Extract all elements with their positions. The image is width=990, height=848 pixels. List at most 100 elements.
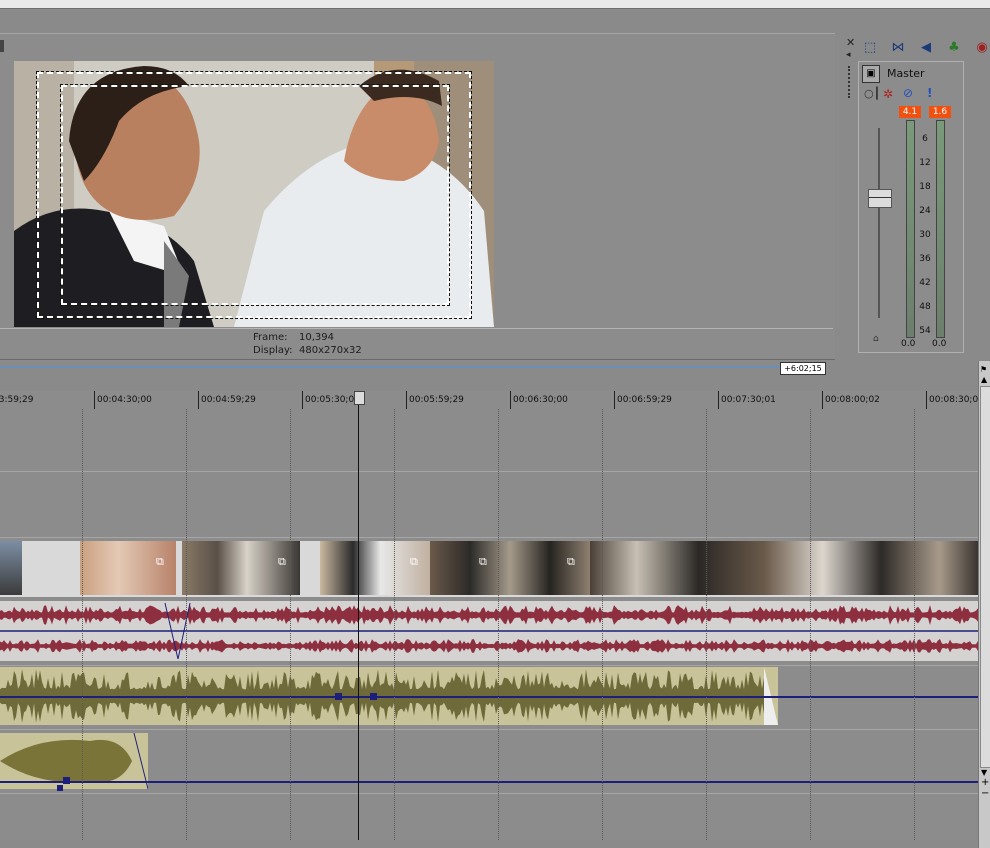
grid-guide — [602, 409, 603, 840]
fader-track — [878, 128, 880, 318]
timeline-ruler[interactable]: 03:59;29 00:04:30;00 00:04:59;29 00:05:30;0… — [0, 391, 984, 409]
ruler-tick — [614, 391, 615, 409]
meter-scale-tick: 54 — [919, 326, 931, 336]
frame-label: Frame: — [253, 332, 288, 343]
grid-guide — [82, 409, 83, 840]
scroll-down-icon[interactable]: ▼ — [981, 768, 990, 777]
music-track-2[interactable] — [0, 732, 978, 791]
ruler-label: 00:04:30;00 — [97, 395, 152, 405]
playhead[interactable] — [358, 391, 359, 840]
grid-guide — [498, 409, 499, 840]
display-value: 480x270x32 — [299, 345, 362, 356]
track-separator — [0, 537, 978, 538]
track-separator — [0, 665, 978, 666]
envelope-point[interactable] — [370, 693, 377, 700]
grid-guide — [706, 409, 707, 840]
meter-left — [906, 120, 915, 338]
playhead-handle[interactable] — [354, 391, 365, 405]
mute-icon[interactable]: ⊘ — [903, 86, 913, 100]
preview-frame-image — [14, 61, 494, 327]
crop-icon[interactable]: ⧉ — [156, 555, 164, 569]
ruler-tick — [94, 391, 95, 409]
display-label: Display: — [253, 345, 293, 356]
ruler-label: 00:08:00;02 — [825, 395, 880, 405]
scroll-up-icon[interactable]: ▲ — [981, 375, 990, 384]
timeline-vertical-scrollbar[interactable]: ⚑ ▲ ▼ + − — [978, 361, 990, 848]
crop-icon[interactable]: ⧉ — [479, 555, 487, 569]
grid-guide — [186, 409, 187, 840]
master-bus-icon[interactable]: ▣ — [862, 65, 880, 83]
zoom-out-icon[interactable]: − — [981, 788, 990, 799]
mixer-toolbar: ⬚ ⋈ ◀ ♣ ◉ — [860, 38, 990, 56]
music-track[interactable] — [0, 667, 978, 727]
camera-audio-waveform — [0, 602, 978, 660]
crop-icon[interactable]: ⧉ — [278, 555, 286, 569]
meter-scale-tick: 24 — [919, 206, 931, 216]
mixer-pointer-icon[interactable]: ⬚ — [860, 38, 880, 56]
grid-guide — [914, 409, 915, 840]
envelope-point[interactable] — [335, 693, 342, 700]
master-fader-handle[interactable] — [868, 189, 892, 208]
volume-envelope[interactable] — [0, 781, 978, 783]
timeline-scrub-bar[interactable] — [0, 366, 780, 368]
ruler-label: 00:05:30;00 — [305, 395, 360, 405]
meter-scale-tick: 6 — [922, 134, 928, 144]
ruler-label: 00:04:59;29 — [201, 395, 256, 405]
mixer-dim-icon[interactable]: ◀ — [916, 38, 936, 56]
marker-icon[interactable]: ⚑ — [980, 365, 989, 375]
scroll-thumb[interactable] — [980, 386, 990, 768]
level-left: 0.0 — [901, 339, 916, 349]
grid-guide — [394, 409, 395, 840]
title-safe-area — [60, 84, 450, 306]
mixer-insert-fx-icon[interactable]: ◉ — [972, 38, 990, 56]
video-clip[interactable] — [0, 541, 22, 595]
ruler-label: 00:07:30;01 — [721, 395, 776, 405]
ruler-label: 00:06:30;00 — [513, 395, 568, 405]
mixer-close-icon[interactable]: ✕ — [846, 36, 855, 49]
video-track[interactable]: ⧉ ⧉ ⧉ ⧉ ⧉ — [0, 541, 978, 597]
meter-scale-tick: 42 — [919, 278, 931, 288]
ruler-tick — [302, 391, 303, 409]
peak-left[interactable]: 4.1 — [899, 106, 921, 118]
ruler-tick — [510, 391, 511, 409]
master-fx-icon[interactable]: ✲ — [883, 87, 893, 101]
peak-right[interactable]: 1.6 — [929, 106, 951, 118]
master-bus-mixer: ▣ Master ○┃ ✲ ⊘ ! 4.1 1.6 ⌂ 6 12 18 24 30 36 4… — [858, 61, 964, 353]
cursor-readout: +6:02;15 — [780, 362, 826, 375]
meter-scale-tick: 12 — [919, 158, 931, 168]
track-separator — [0, 471, 978, 472]
mixer-insert-bus-icon[interactable]: ♣ — [944, 38, 964, 56]
zoom-in-icon[interactable]: + — [981, 777, 990, 788]
lock-icon[interactable]: ⌂ — [873, 334, 879, 344]
crop-icon[interactable]: ⧉ — [410, 555, 418, 569]
track-separator — [0, 793, 978, 794]
meter-scale-tick: 48 — [919, 302, 931, 312]
mixer-dock-arrow-icon[interactable]: ◂ — [846, 50, 851, 60]
preview-divider — [0, 328, 833, 329]
ruler-tick — [198, 391, 199, 409]
ruler-tick — [926, 391, 927, 409]
ruler-tick — [822, 391, 823, 409]
volume-envelope[interactable] — [0, 696, 978, 698]
ruler-label: 00:08:30;01 — [929, 395, 984, 405]
mixer-grip-handle[interactable] — [848, 66, 853, 98]
master-label: Master — [887, 67, 925, 80]
camera-audio-track[interactable] — [0, 601, 978, 661]
video-clip[interactable] — [430, 541, 590, 595]
envelope-point[interactable] — [57, 785, 63, 791]
meter-scale-tick: 18 — [919, 182, 931, 192]
ruler-label: 03:59;29 — [0, 395, 34, 405]
ruler-tick — [718, 391, 719, 409]
panel-toggle-icon[interactable] — [0, 40, 4, 52]
envelope-point[interactable] — [63, 777, 70, 784]
mixer-downmix-icon[interactable]: ⋈ — [888, 38, 908, 56]
solo-icon[interactable]: ! — [927, 86, 932, 100]
meter-scale-tick: 30 — [919, 230, 931, 240]
video-clip[interactable] — [590, 541, 978, 595]
crop-icon[interactable]: ⧉ — [567, 555, 575, 569]
grid-guide — [290, 409, 291, 840]
frame-value: 10,394 — [299, 332, 334, 343]
timeline-tracks[interactable]: ⧉ ⧉ ⧉ ⧉ ⧉ — [0, 391, 978, 840]
window-top-strip — [0, 0, 990, 9]
pan-icon[interactable]: ○┃ — [864, 87, 880, 100]
